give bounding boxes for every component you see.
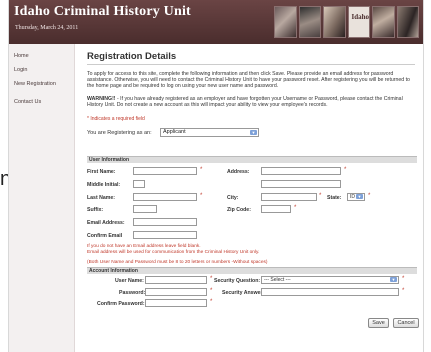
user-name-input[interactable] — [145, 276, 207, 284]
confirm-password-input[interactable] — [145, 299, 207, 307]
logo-text: Idaho — [351, 13, 370, 21]
state-label: State: — [327, 195, 342, 201]
divider — [87, 64, 415, 65]
security-question-select[interactable]: --- Select --- ▼ — [261, 276, 399, 284]
required-asterisk: * — [210, 288, 213, 294]
required-asterisk: * — [210, 299, 213, 305]
first-name-input[interactable] — [133, 167, 197, 175]
required-asterisk: * — [210, 276, 213, 282]
page-frame: Idaho Criminal History Unit Thursday, Ma… — [8, 0, 424, 352]
chevron-down-icon: ▼ — [356, 194, 363, 199]
address-label: Address: — [227, 169, 250, 175]
security-question-value: --- Select --- — [264, 277, 291, 283]
suffix-label: Suffix: — [87, 207, 104, 213]
required-asterisk: * — [200, 167, 203, 173]
email-usage-note: Email address will be used for communica… — [87, 250, 260, 255]
password-input[interactable] — [145, 288, 207, 296]
sidebar-item-home[interactable]: Home — [9, 49, 74, 63]
account-information-header: Account Information — [87, 267, 417, 274]
user-information-header: User Information — [87, 156, 417, 163]
sidebar-item-new-registration[interactable]: New Registration — [9, 77, 74, 91]
header-photo-strip: Idaho — [274, 6, 419, 38]
registering-as-select[interactable]: Applicant ▼ — [160, 128, 259, 137]
confirm-email-input[interactable] — [133, 231, 197, 239]
middle-initial-input[interactable] — [133, 180, 145, 188]
address-input[interactable] — [261, 167, 341, 175]
security-answer-label: Security Answer: — [222, 290, 265, 296]
required-note: * Indicates a required field — [87, 116, 145, 122]
email-address-label: Email Address: — [87, 220, 125, 226]
middle-initial-label: Middle Initial: — [87, 182, 121, 188]
header-photo — [298, 6, 321, 38]
security-answer-input[interactable] — [261, 288, 399, 296]
password-label: Password: — [119, 290, 146, 296]
suffix-input[interactable] — [133, 205, 157, 213]
sidebar-item-contact-us[interactable]: Contact Us — [9, 95, 74, 109]
header-photo — [372, 6, 395, 38]
warning-text: WARNING!! - If you have already register… — [87, 96, 417, 108]
security-question-label: Security Question: — [214, 278, 261, 284]
registering-as-value: Applicant — [163, 129, 186, 135]
required-asterisk: * — [402, 276, 405, 282]
zip-code-input[interactable] — [261, 205, 291, 213]
site-header: Idaho Criminal History Unit Thursday, Ma… — [9, 0, 423, 44]
idaho-logo: Idaho — [347, 6, 370, 38]
chevron-down-icon: ▼ — [390, 277, 397, 282]
required-asterisk: * — [344, 167, 347, 173]
cancel-button[interactable]: Cancel — [393, 318, 419, 328]
account-rule-note: (Both User Name and Password must be 8 t… — [87, 260, 268, 265]
last-name-label: Last Name: — [87, 195, 115, 201]
last-name-input[interactable] — [133, 193, 197, 201]
sidebar-nav: Home Login New Registration Contact Us — [9, 44, 75, 352]
header-photo — [323, 6, 346, 38]
required-asterisk: * — [200, 193, 203, 199]
first-name-label: First Name: — [87, 169, 116, 175]
address-line-2-input[interactable] — [261, 180, 341, 188]
user-name-label: User Name: — [115, 278, 144, 284]
state-value: ID — [350, 194, 355, 200]
required-asterisk: * — [368, 193, 371, 199]
sidebar-item-login[interactable]: Login — [9, 63, 74, 77]
save-button[interactable]: Save — [368, 318, 389, 328]
site-title: Idaho Criminal History Unit — [14, 4, 191, 19]
warning-body: - If you have already registered as an e… — [87, 96, 403, 109]
confirm-password-label: Confirm Password: — [97, 301, 145, 307]
confirm-email-label: Confirm Email — [87, 233, 123, 239]
current-date: Thursday, March 24, 2011 — [15, 25, 79, 31]
city-input[interactable] — [261, 193, 317, 201]
registering-as-label: You are Registering as an: — [87, 130, 152, 136]
page-title: Registration Details — [87, 51, 177, 62]
required-asterisk: * — [402, 288, 405, 294]
zip-code-label: Zip Code: — [227, 207, 251, 213]
intro-text: To apply for access to this site, comple… — [87, 71, 410, 90]
header-photo — [274, 6, 297, 38]
required-asterisk: * — [319, 193, 322, 199]
chevron-down-icon: ▼ — [250, 130, 257, 135]
email-address-input[interactable] — [133, 218, 197, 226]
city-label: City: — [227, 195, 239, 201]
required-asterisk: * — [294, 205, 297, 211]
state-select[interactable]: ID ▼ — [347, 193, 365, 201]
warning-label: WARNING!! — [87, 96, 116, 102]
header-photo — [396, 6, 419, 38]
